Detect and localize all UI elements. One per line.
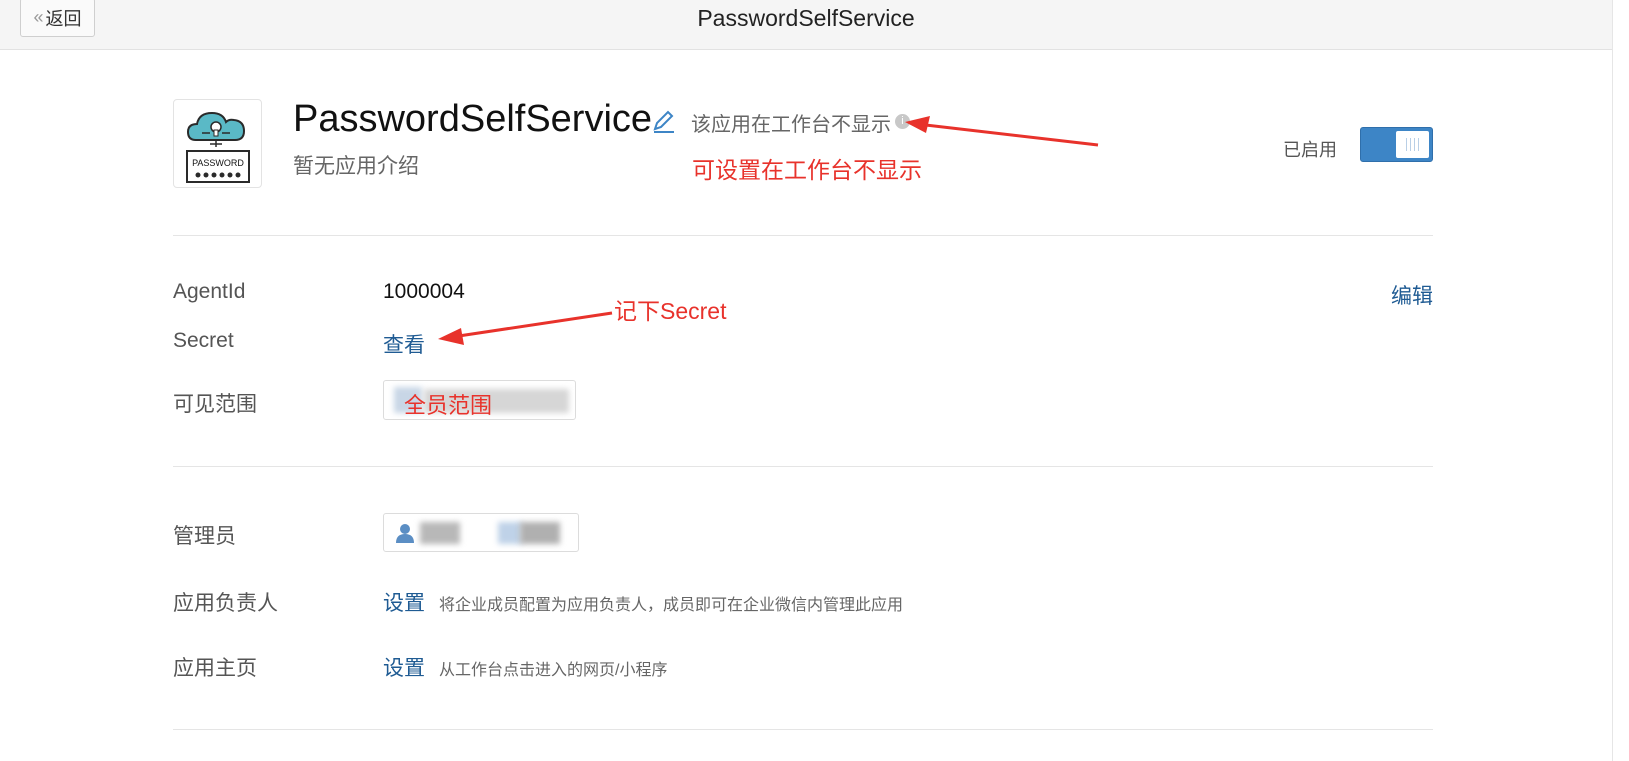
annotation-arrows [438, 116, 1099, 345]
app-detail-page: « 返回 PasswordSelfService PASSWORD Passwo… [0, 0, 1629, 761]
arrow-to-hide-note [905, 116, 1099, 147]
arrow-to-secret-link [438, 311, 613, 345]
